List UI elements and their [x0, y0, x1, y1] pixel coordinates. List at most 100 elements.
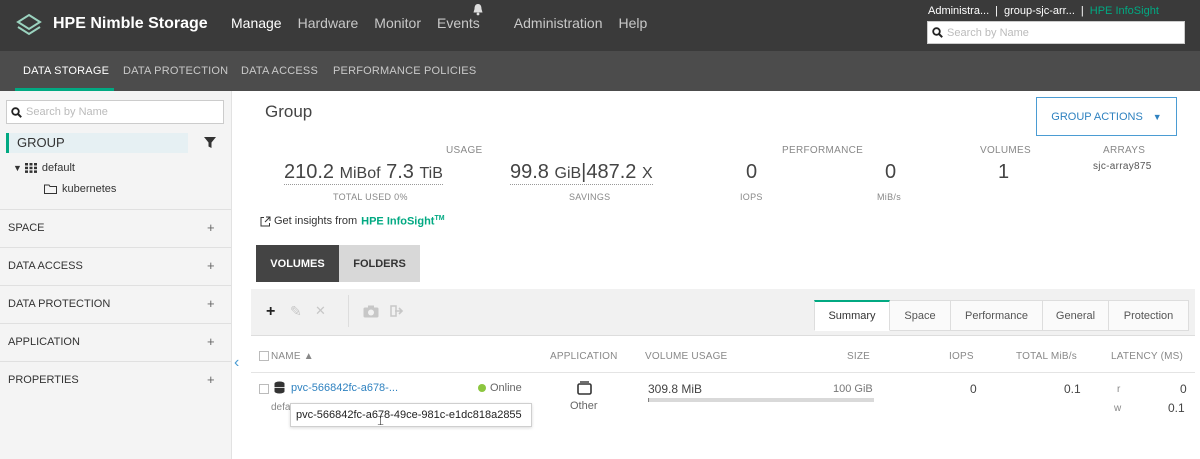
expand-icon[interactable]: +	[207, 334, 215, 349]
latency-write-value: 0.1	[1168, 401, 1185, 415]
expand-icon[interactable]: +	[207, 372, 215, 387]
total-value: 7.3	[386, 161, 414, 183]
search-icon	[932, 27, 943, 38]
group-menu[interactable]: group-sjc-arr...	[1004, 5, 1075, 17]
delete-icon[interactable]: ✕	[315, 303, 326, 319]
application-name: Other	[570, 400, 598, 412]
brand-name[interactable]: HPE Nimble Storage	[53, 15, 208, 33]
sidebar-search-input[interactable]	[26, 106, 216, 118]
detail-tabs: Summary Space Performance General Protec…	[814, 300, 1189, 331]
page-title: Group	[265, 102, 313, 121]
volumes-heading: VOLUMES	[980, 145, 1032, 156]
tab-performance-policies[interactable]: PERFORMANCE POLICIES	[333, 65, 476, 77]
expand-icon[interactable]: +	[207, 220, 215, 235]
collapse-sidebar-icon[interactable]: ‹	[234, 354, 239, 372]
tab-data-access[interactable]: DATA ACCESS	[241, 65, 318, 77]
top-search-input[interactable]	[947, 26, 1177, 39]
nav-manage[interactable]: Manage	[231, 15, 282, 31]
move-icon[interactable]	[390, 305, 404, 317]
volume-usage-value: 309.8 MiB	[648, 382, 703, 396]
caret-down-icon[interactable]: ▼	[13, 163, 22, 173]
folders-toggle-button[interactable]: FOLDERS	[339, 245, 420, 282]
top-search-box[interactable]	[927, 21, 1185, 44]
total-used-label: TOTAL USED 0%	[333, 192, 408, 202]
col-name[interactable]: NAME ▲	[271, 351, 314, 362]
arrays-heading: ARRAYS	[1103, 145, 1146, 156]
usage-heading: USAGE	[446, 145, 483, 156]
sidebar: GROUP ▼ default kubernetes SPACE + DATA …	[0, 91, 232, 459]
tab-performance[interactable]: Performance	[951, 300, 1043, 331]
nav-hardware[interactable]: Hardware	[298, 15, 359, 31]
infosight-link[interactable]: HPE InfoSight	[1090, 5, 1159, 17]
usage-used-value[interactable]: 210.2 MiBof 7.3 TiB	[284, 161, 443, 185]
sidebar-section-space[interactable]: SPACE +	[0, 209, 231, 247]
select-all-checkbox[interactable]	[259, 351, 269, 361]
nav-events[interactable]: Events	[437, 15, 480, 31]
section-label: APPLICATION	[8, 336, 80, 348]
online-status-icon	[478, 384, 486, 392]
volumes-toggle-button[interactable]: VOLUMES	[256, 245, 339, 282]
col-volume-usage[interactable]: VOLUME USAGE	[645, 351, 727, 362]
col-total-mibs[interactable]: TOTAL MiB/s	[1016, 351, 1077, 362]
sub-nav: DATA STORAGE DATA PROTECTION DATA ACCESS…	[0, 51, 1200, 91]
tab-general[interactable]: General	[1043, 300, 1109, 331]
tab-space[interactable]: Space	[890, 300, 951, 331]
tab-summary[interactable]: Summary	[814, 300, 890, 331]
col-name-label: NAME	[271, 351, 301, 362]
tab-data-storage[interactable]: DATA STORAGE	[23, 65, 109, 77]
volume-name-link[interactable]: pvc-566842fc-a678-...	[291, 382, 398, 394]
tree-item-kubernetes[interactable]: kubernetes	[44, 183, 116, 195]
user-menu[interactable]: Administra...	[928, 5, 989, 17]
group-actions-button[interactable]: GROUP ACTIONS ▼	[1036, 97, 1177, 136]
expand-icon[interactable]: +	[207, 296, 215, 311]
row-checkbox[interactable]	[259, 384, 269, 394]
nav-help[interactable]: Help	[619, 15, 648, 31]
nav-administration[interactable]: Administration	[514, 15, 603, 31]
group-actions-label: GROUP ACTIONS	[1051, 110, 1143, 123]
expand-icon[interactable]: +	[207, 258, 215, 273]
savings-value[interactable]: 99.8 GiB|487.2 X	[510, 161, 653, 185]
sidebar-section-data-protection[interactable]: DATA PROTECTION +	[0, 285, 231, 323]
sidebar-section-properties[interactable]: PROPERTIES +	[0, 361, 231, 399]
col-iops[interactable]: IOPS	[949, 351, 974, 362]
infosight-insight: Get insights from HPE InfoSightTM	[260, 215, 445, 228]
tree-label-kubernetes: kubernetes	[62, 183, 117, 195]
col-latency[interactable]: LATENCY (MS)	[1111, 351, 1183, 362]
sidebar-section-data-access[interactable]: DATA ACCESS +	[0, 247, 231, 285]
sidebar-group-item[interactable]: GROUP	[6, 133, 188, 153]
ratio-number: 487.2	[586, 161, 637, 183]
savings-label: SAVINGS	[569, 192, 611, 202]
col-size[interactable]: SIZE	[847, 351, 870, 362]
latency-read-value: 0	[1180, 382, 1187, 396]
volume-total-mibs: 0.1	[1064, 382, 1081, 396]
edit-icon[interactable]: ✎	[290, 303, 302, 320]
nav-monitor[interactable]: Monitor	[374, 15, 421, 31]
text-cursor-icon: 𝙸	[376, 413, 386, 428]
folder-icon	[44, 184, 57, 194]
savings-unit: GiB	[554, 165, 582, 182]
of-text: of	[367, 165, 381, 182]
insight-link[interactable]: HPE InfoSightTM	[361, 215, 444, 228]
col-application[interactable]: APPLICATION	[550, 351, 618, 362]
ratio-unit: X	[642, 165, 653, 182]
sidebar-search-box[interactable]	[6, 100, 224, 124]
mibs-label: MiB/s	[877, 192, 901, 202]
volume-usage-bar	[648, 398, 874, 402]
filter-icon[interactable]	[204, 137, 216, 149]
sort-up-icon: ▲	[303, 351, 314, 362]
tab-protection[interactable]: Protection	[1109, 300, 1189, 331]
bell-icon[interactable]	[472, 3, 484, 16]
tab-data-protection[interactable]: DATA PROTECTION	[123, 65, 228, 77]
grid-icon	[24, 163, 37, 173]
group-label: GROUP	[17, 135, 65, 150]
array-name[interactable]: sjc-array875	[1093, 161, 1152, 172]
volume-name-tooltip: pvc-566842fc-a678-49ce-981c-e1dc818a2855	[290, 403, 532, 427]
sidebar-section-application[interactable]: APPLICATION +	[0, 323, 231, 361]
tree-item-default[interactable]: ▼ default	[13, 162, 75, 174]
add-icon[interactable]: +	[266, 303, 275, 321]
top-bar: HPE Nimble Storage Manage Hardware Monit…	[0, 0, 1200, 51]
snapshot-icon[interactable]	[363, 305, 379, 318]
volumes-count[interactable]: 1	[998, 161, 1009, 184]
toolbar-divider	[348, 295, 349, 327]
insight-link-label: HPE InfoSight	[361, 215, 435, 228]
